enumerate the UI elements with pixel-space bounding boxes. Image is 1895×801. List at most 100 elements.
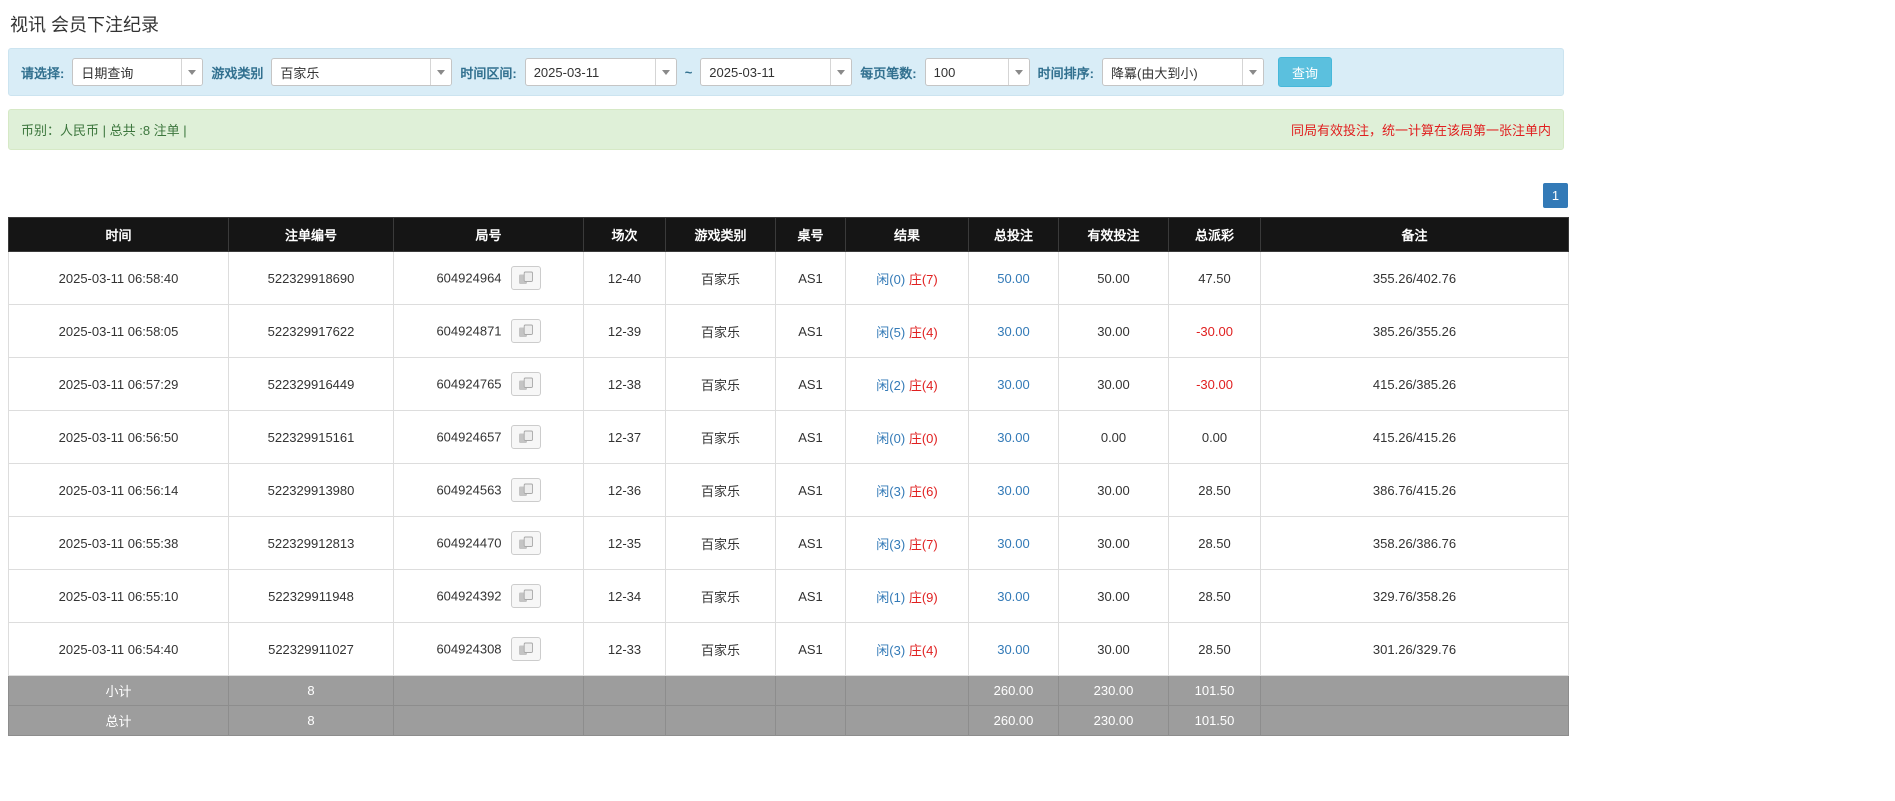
cards-icon [518, 483, 533, 496]
round-number: 604924964 [436, 270, 502, 286]
round-detail-button[interactable] [510, 531, 541, 555]
round-detail-button[interactable] [510, 319, 541, 343]
date-to-dropdown-button[interactable] [830, 59, 852, 85]
cell-time: 2025-03-11 06:58:40 [8, 251, 229, 305]
cell-session: 12-35 [583, 516, 666, 570]
cell-time: 2025-03-11 06:55:10 [8, 569, 229, 623]
query-type-dropdown-button[interactable] [181, 59, 203, 85]
cell-result: 闲(1) 庄(9) [845, 569, 969, 623]
round-detail-button[interactable] [510, 266, 541, 290]
summary-info: 币别：人民币 | 总共 :8 注单 | [21, 123, 187, 138]
table-row: 2025-03-11 06:56:50 522329915161 6049246… [8, 410, 1569, 464]
result-banker: 庄(9) [908, 589, 938, 605]
chevron-down-icon [1248, 69, 1257, 75]
cell-table-no: AS1 [775, 410, 846, 464]
cell-valid-bet: 50.00 [1058, 251, 1169, 305]
sort-dropdown-button[interactable] [1241, 59, 1263, 85]
subtotal-empty-round [393, 675, 584, 706]
date-from-combo [524, 58, 677, 86]
page-button-1[interactable]: 1 [1543, 183, 1568, 208]
table-row: 2025-03-11 06:57:29 522329916449 6049247… [8, 357, 1569, 411]
round-detail-button[interactable] [510, 372, 541, 396]
game-type-dropdown-button[interactable] [430, 59, 452, 85]
search-button[interactable]: 查询 [1277, 57, 1332, 87]
cell-time: 2025-03-11 06:54:40 [8, 622, 229, 676]
cards-icon [518, 589, 533, 602]
round-detail-button[interactable] [510, 425, 541, 449]
date-from-dropdown-button[interactable] [654, 59, 676, 85]
cell-table-no: AS1 [775, 569, 846, 623]
cell-note: 329.76/358.26 [1260, 569, 1569, 623]
round-detail-button[interactable] [510, 637, 541, 661]
cell-game-type: 百家乐 [665, 569, 776, 623]
total-bet-link[interactable]: 30.00 [997, 483, 1030, 498]
result-player: 闲(3) [876, 642, 906, 658]
cell-round: 604924765 [393, 357, 584, 411]
round-number: 604924657 [436, 429, 502, 445]
total-bet-link[interactable]: 30.00 [997, 642, 1030, 657]
total-bet-link[interactable]: 30.00 [997, 536, 1030, 551]
column-header-valid-bet: 有效投注 [1058, 217, 1169, 252]
result-banker: 庄(4) [908, 324, 938, 340]
cell-round: 604924470 [393, 516, 584, 570]
result-player: 闲(3) [876, 536, 906, 552]
cell-table-no: AS1 [775, 463, 846, 517]
sort-input[interactable] [1102, 59, 1242, 85]
round-number: 604924563 [436, 482, 502, 498]
cell-session: 12-40 [583, 251, 666, 305]
cell-total-bet: 30.00 [968, 463, 1059, 517]
round-number: 604924765 [436, 376, 502, 392]
table-header: 时间 注单编号 局号 场次 游戏类别 桌号 结果 总投注 有效投注 总派彩 备注 [8, 217, 1569, 252]
filter-bar: 请选择: 游戏类别 时间区间: ~ 每页笔数: 时间排序: [8, 48, 1564, 96]
cell-note: 386.76/415.26 [1260, 463, 1569, 517]
cell-round: 604924964 [393, 251, 584, 305]
query-type-input[interactable] [73, 59, 182, 85]
total-bet-link[interactable]: 50.00 [997, 271, 1030, 286]
total-bet-link[interactable]: 30.00 [997, 377, 1030, 392]
cell-time: 2025-03-11 06:57:29 [8, 357, 229, 411]
records-table: 时间 注单编号 局号 场次 游戏类别 桌号 结果 总投注 有效投注 总派彩 备注… [8, 217, 1569, 736]
round-number: 604924871 [436, 323, 502, 339]
table-body: 2025-03-11 06:58:40 522329918690 6049249… [8, 251, 1569, 676]
total-bet-link[interactable]: 30.00 [997, 430, 1030, 445]
cell-result: 闲(5) 庄(4) [845, 304, 969, 358]
date-from-input[interactable] [525, 59, 655, 85]
cell-result: 闲(2) 庄(4) [845, 357, 969, 411]
cell-payout: 28.50 [1168, 516, 1261, 570]
column-header-result: 结果 [845, 217, 969, 252]
total-bet-link[interactable]: 30.00 [997, 589, 1030, 604]
cell-bet-id: 522329911948 [228, 569, 394, 623]
result-player: 闲(0) [876, 271, 906, 287]
chevron-down-icon [837, 69, 846, 75]
page-title: 视讯 会员下注纪录 [10, 15, 160, 35]
grand-total-empty-session [583, 705, 666, 736]
game-type-input[interactable] [272, 59, 431, 85]
subtotal-label: 小计 [8, 675, 229, 706]
summary-notice: 同局有效投注，统一计算在该局第一张注单内 [1290, 123, 1551, 138]
cell-game-type: 百家乐 [665, 251, 776, 305]
cards-icon [518, 642, 533, 655]
cell-valid-bet: 30.00 [1058, 569, 1169, 623]
subtotal-empty-table-no [775, 675, 846, 706]
date-to-input[interactable] [701, 59, 831, 85]
cell-session: 12-37 [583, 410, 666, 464]
total-bet-link[interactable]: 30.00 [997, 324, 1030, 339]
result-banker: 庄(7) [908, 271, 938, 287]
cell-table-no: AS1 [775, 251, 846, 305]
grand-total-total-bet: 260.00 [968, 705, 1059, 736]
round-detail-button[interactable] [510, 584, 541, 608]
result-player: 闲(5) [876, 324, 906, 340]
page-size-input[interactable] [925, 59, 1008, 85]
cards-icon [518, 536, 533, 549]
cell-bet-id: 522329912813 [228, 516, 394, 570]
cell-note: 415.26/385.26 [1260, 357, 1569, 411]
round-number: 604924470 [436, 535, 502, 551]
result-player: 闲(1) [876, 589, 906, 605]
page-size-dropdown-button[interactable] [1007, 59, 1029, 85]
cell-bet-id: 522329911027 [228, 622, 394, 676]
column-header-note: 备注 [1260, 217, 1569, 252]
subtotal-empty-result [845, 675, 969, 706]
cell-table-no: AS1 [775, 622, 846, 676]
subtotal-row: 小计 8 260.00 230.00 101.50 [8, 675, 1569, 706]
round-detail-button[interactable] [510, 478, 541, 502]
